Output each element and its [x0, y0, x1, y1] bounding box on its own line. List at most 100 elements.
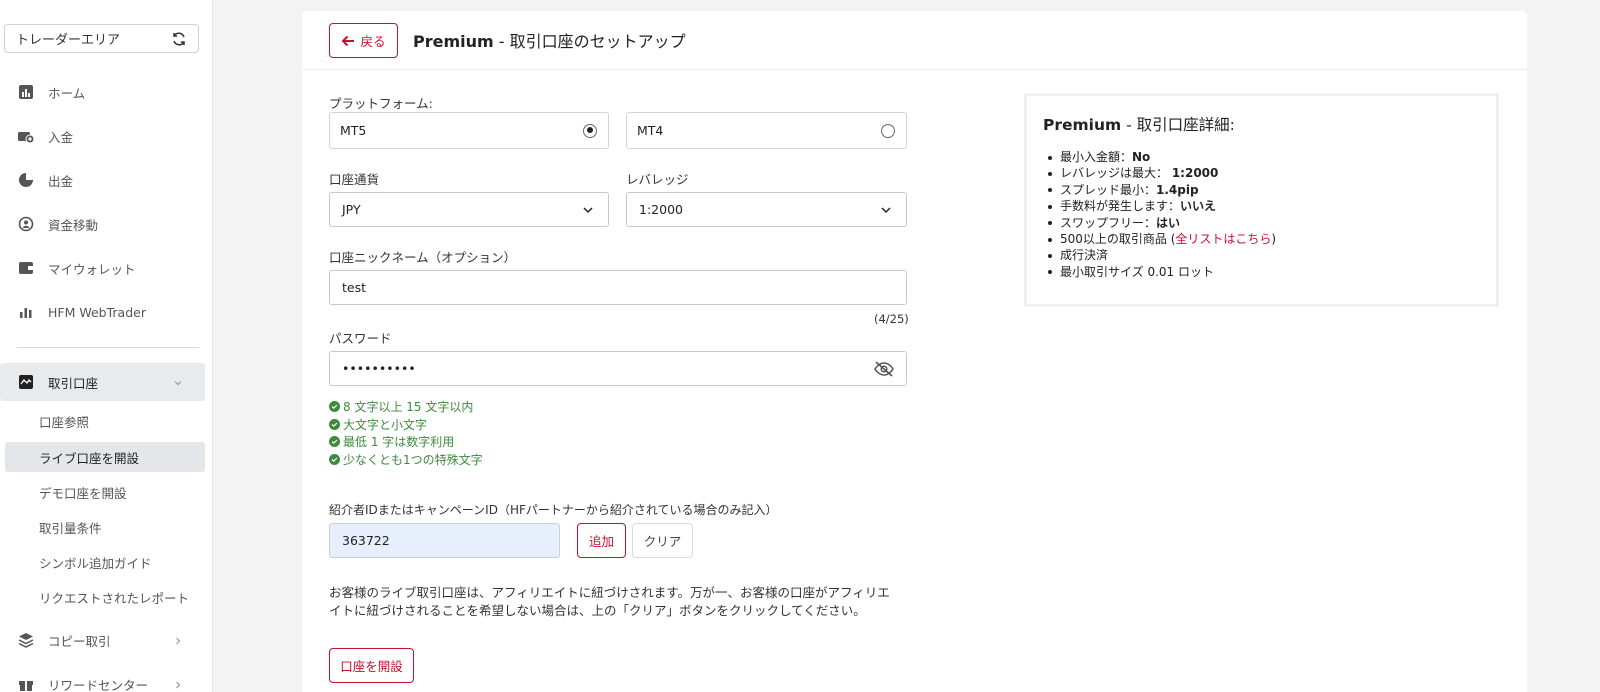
- item-text: 手数料が発生します：: [1060, 199, 1181, 214]
- refresh-icon[interactable]: [170, 30, 188, 48]
- chevron-right-icon: [173, 634, 183, 649]
- sidebar-item-withdraw[interactable]: 出金: [0, 161, 205, 199]
- password-value: ••••••••••: [342, 361, 416, 376]
- list-item: 最小入金額：No: [1046, 149, 1480, 165]
- list-item: レバレッジは最大： 1:2000: [1046, 165, 1480, 181]
- item-text: レバレッジは最大：: [1060, 166, 1172, 181]
- card-header: 戻る Premium - 取引口座のセットアップ: [302, 11, 1527, 70]
- full-list-link[interactable]: 全リストはこちら: [1175, 232, 1271, 246]
- sidebar-divider: [17, 347, 199, 348]
- chevron-down-icon: [881, 206, 891, 213]
- sidebar-subitem-accounts[interactable]: 口座参照: [5, 406, 205, 436]
- nickname-input[interactable]: test: [329, 270, 907, 305]
- affiliate-notice: お客様のライブ取引口座は、アフィリエイトに紐づけされます。万が一、お客様の口座が…: [329, 585, 890, 618]
- sidebar-subitem-reports[interactable]: リクエストされたレポート: [5, 582, 205, 612]
- item-text: 成行決済: [1060, 248, 1109, 263]
- nickname-counter: (4/25): [874, 312, 909, 326]
- open-account-button[interactable]: 口座を開設: [329, 648, 414, 683]
- sidebar-subitem-open-demo[interactable]: デモ口座を開設: [5, 477, 205, 507]
- sidebar-item-transfer[interactable]: 資金移動: [0, 205, 205, 243]
- rule-text: 大文字と小文字: [343, 417, 428, 432]
- subitem-label: デモ口座を開設: [39, 485, 127, 501]
- bar-chart-icon: [17, 303, 35, 321]
- nickname-label: 口座ニックネーム（オプション）: [329, 250, 517, 265]
- add-button[interactable]: 追加: [577, 523, 626, 558]
- referral-label: 紹介者IDまたはキャンペーンID（HFパートナーから紹介されている場合のみ記入）: [329, 503, 778, 517]
- check-circle-icon: [329, 401, 340, 412]
- nickname-value: test: [342, 280, 367, 295]
- sidebar-item-label: マイウォレット: [48, 261, 136, 277]
- password-input[interactable]: ••••••••••: [329, 351, 907, 386]
- sidebar-item-label: 取引口座: [48, 375, 99, 391]
- deposit-icon: [17, 127, 35, 145]
- currency-value: JPY: [342, 202, 361, 217]
- password-rule-case: 大文字と小文字: [329, 416, 427, 433]
- list-item: スプレッド最小：1.4pip: [1046, 182, 1480, 198]
- password-rule-length: 8 文字以上 15 文字以内: [329, 398, 473, 415]
- wallet-icon: [17, 259, 35, 277]
- details-list: 最小入金額：No レバレッジは最大： 1:2000 スプレッド最小：1.4pip…: [1043, 149, 1480, 280]
- sidebar-item-label: 出金: [48, 173, 74, 189]
- radio-selected[interactable]: [583, 123, 597, 138]
- sidebar-item-copy-trading[interactable]: コピー取引: [0, 621, 205, 659]
- details-title: Premium - 取引口座詳細:: [1043, 113, 1480, 135]
- setup-card: 戻る Premium - 取引口座のセットアップ プラットフォーム: MT5 M…: [302, 11, 1527, 692]
- clear-button[interactable]: クリア: [632, 523, 693, 558]
- currency-label: 口座通貨: [329, 172, 380, 187]
- sidebar-item-trading-accounts[interactable]: 取引口座: [0, 363, 205, 401]
- subitem-label: リクエストされたレポート: [39, 590, 190, 606]
- sidebar-item-deposit[interactable]: 入金: [0, 117, 205, 155]
- list-item: 500以上の取引商品 (全リストはこちら): [1046, 231, 1480, 247]
- sidebar-item-webtrader[interactable]: HFM WebTrader: [0, 293, 205, 331]
- account-details-panel: Premium - 取引口座詳細: 最小入金額：No レバレッジは最大： 1:2…: [1024, 93, 1499, 307]
- page-title: Premium - 取引口座のセットアップ: [413, 28, 686, 52]
- withdraw-icon: [17, 171, 35, 189]
- referral-input[interactable]: 363722: [329, 523, 560, 558]
- sidebar-subitem-symbol-guide[interactable]: シンボル追加ガイド: [5, 547, 205, 577]
- rule-text: 少なくとも1つの特殊文字: [343, 452, 483, 467]
- platform-option-mt5[interactable]: MT5: [329, 112, 609, 149]
- back-button[interactable]: 戻る: [329, 23, 398, 58]
- radio-unselected[interactable]: [881, 123, 895, 138]
- trader-area-label: トレーダーエリア: [16, 33, 121, 48]
- sidebar-subitem-volume[interactable]: 取引量条件: [5, 512, 205, 542]
- platform-label: プラットフォーム:: [329, 96, 433, 111]
- item-text: ): [1271, 232, 1277, 247]
- sidebar-item-label: HFM WebTrader: [48, 304, 146, 320]
- sidebar-item-wallet[interactable]: マイウォレット: [0, 249, 205, 287]
- sidebar-item-label: ホーム: [48, 85, 86, 101]
- transfer-icon: [17, 215, 35, 233]
- list-item: 成行決済: [1046, 247, 1480, 263]
- check-circle-icon: [329, 453, 340, 465]
- sidebar-item-rewards[interactable]: リワードセンター: [0, 665, 205, 692]
- rule-text: 最低 1 字は数字利用: [343, 435, 455, 449]
- platform-option-label: MT5: [340, 123, 367, 138]
- currency-select[interactable]: JPY: [329, 192, 609, 227]
- chevron-down-icon: [173, 376, 183, 391]
- leverage-value: 1:2000: [639, 202, 683, 217]
- subitem-label: シンボル追加ガイド: [39, 555, 152, 571]
- details-title-bold: Premium: [1043, 116, 1122, 134]
- list-item: 手数料が発生します：いいえ: [1046, 198, 1480, 214]
- sidebar-subitem-open-live[interactable]: ライブ口座を開設: [5, 442, 205, 472]
- item-value: はい: [1156, 215, 1181, 230]
- trader-area-switcher[interactable]: トレーダーエリア: [4, 24, 199, 53]
- item-text: 最小取引サイズ 0.01 ロット: [1060, 264, 1214, 279]
- referral-value: 363722: [342, 533, 390, 548]
- list-item: スワップフリー：はい: [1046, 215, 1480, 231]
- subitem-label: ライブ口座を開設: [39, 450, 140, 466]
- eye-slash-icon[interactable]: [874, 360, 894, 377]
- password-label: パスワード: [329, 331, 392, 346]
- platform-option-label: MT4: [637, 123, 664, 138]
- item-value: 1:2000: [1171, 166, 1219, 181]
- leverage-select[interactable]: 1:2000: [626, 192, 907, 227]
- item-text: スプレッド最小：: [1060, 182, 1157, 197]
- check-circle-icon: [329, 436, 340, 447]
- sidebar-item-home[interactable]: ホーム: [0, 73, 205, 111]
- item-text: スワップフリー：: [1060, 215, 1157, 230]
- sidebar-item-label: 資金移動: [48, 217, 99, 233]
- platform-option-mt4[interactable]: MT4: [626, 112, 907, 149]
- list-item: 最小取引サイズ 0.01 ロット: [1046, 264, 1480, 280]
- item-value: いいえ: [1180, 199, 1217, 214]
- password-rule-special: 少なくとも1つの特殊文字: [329, 451, 483, 468]
